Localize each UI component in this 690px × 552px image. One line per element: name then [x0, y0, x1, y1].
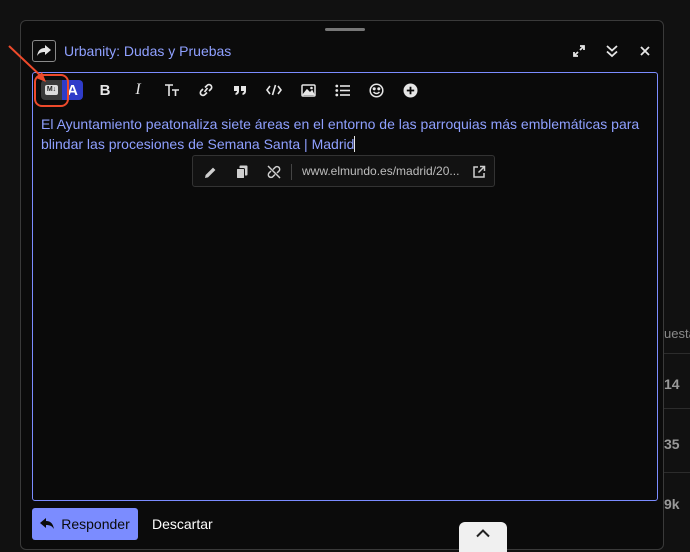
emoji-icon[interactable] [364, 80, 388, 100]
bold-icon[interactable]: B [93, 80, 117, 100]
external-link-icon[interactable] [469, 162, 489, 182]
close-icon[interactable] [635, 41, 655, 61]
heading-icon[interactable] [160, 80, 184, 100]
unlink-icon[interactable] [264, 162, 284, 182]
editor-content[interactable]: El Ayuntamiento peatonaliza siete áreas … [41, 114, 641, 154]
background-value: 14 [664, 376, 680, 392]
reply-composer: Urbanity: Dudas y Pruebas M↓ A B I El Ay… [20, 20, 664, 552]
editor-area[interactable]: M↓ A B I El Ayuntamiento peatonaliza sie… [32, 72, 658, 501]
pencil-icon[interactable] [200, 162, 220, 182]
reply-share-icon[interactable] [32, 40, 56, 62]
background-divider [664, 353, 690, 354]
bullet-list-icon[interactable] [330, 80, 354, 100]
topic-title-link[interactable]: Urbanity: Dudas y Pruebas [64, 43, 231, 59]
italic-icon[interactable]: I [126, 80, 150, 100]
background-column-header: uesta [664, 326, 690, 341]
reply-button[interactable]: Responder [32, 508, 138, 540]
image-icon[interactable] [296, 80, 320, 100]
reply-button-label: Responder [61, 516, 130, 532]
text-caret [354, 136, 356, 152]
background-divider [664, 408, 690, 409]
expand-icon[interactable] [569, 41, 589, 61]
plus-circle-icon[interactable] [398, 80, 422, 100]
discard-button[interactable]: Descartar [152, 516, 213, 532]
link-text[interactable]: El Ayuntamiento peatonaliza siete áreas … [41, 116, 639, 152]
composer-drag-grip[interactable] [325, 28, 365, 31]
link-icon[interactable] [194, 80, 218, 100]
code-icon[interactable] [262, 80, 286, 100]
collapse-icon[interactable] [602, 41, 622, 61]
chevron-up-icon[interactable] [459, 522, 507, 552]
reply-arrow-icon [40, 518, 55, 529]
link-url: www.elmundo.es/madrid/20... [302, 164, 460, 178]
markdown-toggle[interactable]: M↓ A [41, 80, 83, 100]
rich-text-icon[interactable]: A [62, 80, 83, 100]
background-value: 9k [664, 496, 680, 512]
quote-icon[interactable] [228, 80, 252, 100]
popup-divider [291, 164, 292, 180]
link-toolbar-popup: www.elmundo.es/madrid/20... [192, 155, 495, 187]
background-value: 35 [664, 436, 680, 452]
editor-toolbar: M↓ A B I [33, 73, 657, 107]
background-divider [664, 472, 690, 473]
background-topic-list: uesta 14 35 9k [664, 320, 690, 541]
copy-icon[interactable] [232, 162, 252, 182]
markdown-icon[interactable]: M↓ [41, 80, 62, 100]
